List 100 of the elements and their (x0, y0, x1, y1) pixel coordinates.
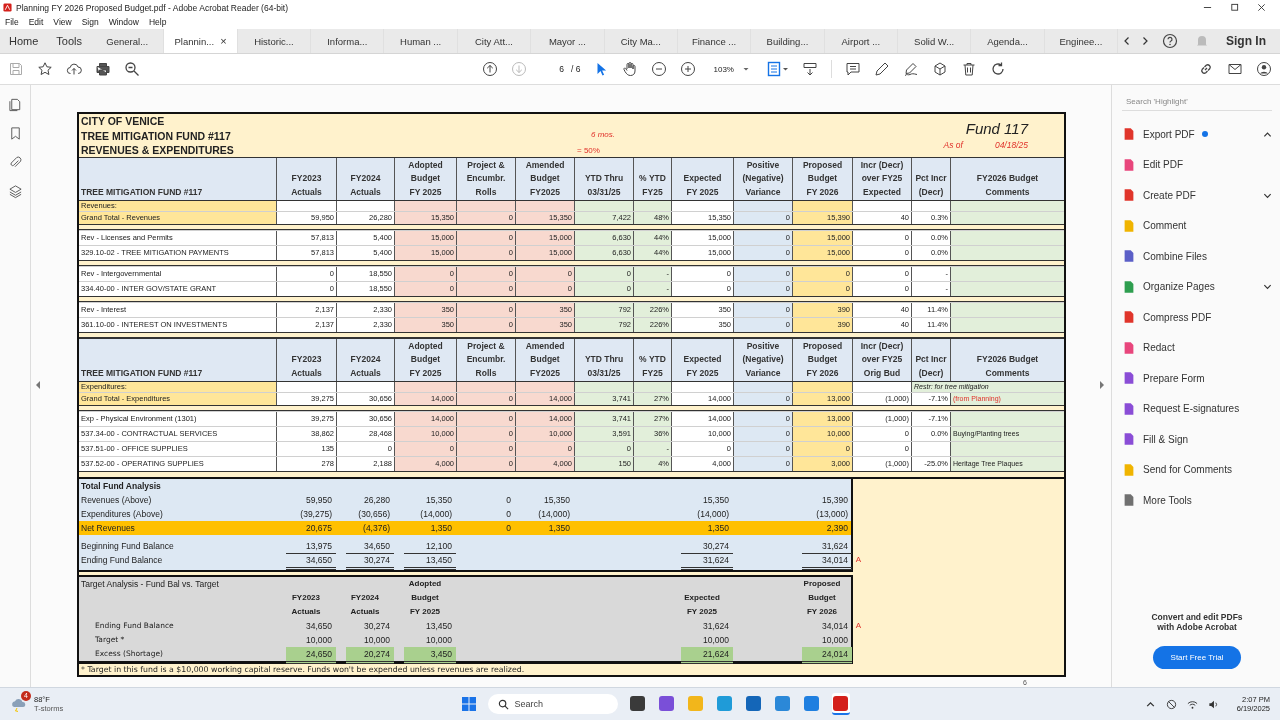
table-cell-text: 10,000 (821, 634, 849, 647)
nav-tab[interactable]: Tools (47, 35, 92, 47)
fit-page-icon[interactable] (766, 61, 789, 77)
page-number-field[interactable]: 6 (540, 64, 567, 74)
document-tab[interactable]: Building... (751, 29, 825, 53)
menu-item[interactable]: Sign (81, 17, 99, 27)
star-icon[interactable] (37, 61, 53, 77)
tool-item[interactable]: Prepare Form (1122, 363, 1272, 394)
document-tab[interactable]: City Att... (457, 29, 532, 53)
zoom-dropdown[interactable]: 103% (709, 62, 754, 76)
chevron-down-icon[interactable] (1263, 282, 1272, 292)
link-icon[interactable] (1198, 61, 1214, 77)
collapse-left-icon[interactable] (35, 380, 41, 390)
help-icon[interactable] (1162, 33, 1178, 49)
rotate-icon[interactable] (989, 61, 1006, 77)
table-cell: 13,450 (404, 553, 456, 570)
column-header: FY2023 Actuals (291, 592, 321, 618)
tool-item[interactable]: More Tools (1122, 485, 1272, 516)
network-icon[interactable] (1165, 698, 1177, 710)
table-cell-text: (13,000) (815, 508, 849, 521)
start-icon[interactable] (460, 696, 477, 712)
tool-item[interactable]: Export PDF (1122, 119, 1272, 150)
document-tab[interactable]: Finance ... (677, 29, 752, 53)
column-header: Positive (Negative) Variance (733, 339, 792, 381)
search-field[interactable]: Search 'Highlight' (1122, 95, 1272, 111)
sign-in-button[interactable]: Sign In (1218, 34, 1280, 48)
attachment-icon[interactable] (7, 155, 23, 170)
tool-item[interactable]: Send for Comments (1122, 454, 1272, 485)
table-cell-text: 26,280 (363, 494, 391, 507)
column-header: FY2026 Budget Comments (950, 158, 1064, 200)
nav-tab[interactable]: Home (0, 35, 48, 47)
menu-item[interactable]: File (5, 17, 19, 27)
menu-item[interactable]: Edit (28, 17, 44, 27)
document-tab[interactable]: Mayor ... (531, 29, 605, 53)
column-header: Incr (Decr) over FY25 Expected (852, 158, 911, 200)
chevron-right-icon[interactable] (1140, 36, 1150, 46)
tool-item[interactable]: Edit PDF (1122, 149, 1272, 180)
as-of-date: 04/18/25 (994, 140, 1028, 150)
column-header: Expected FY 2025 (671, 158, 733, 200)
menu-item[interactable]: Help (148, 17, 167, 27)
wifi-icon[interactable] (1186, 698, 1198, 710)
chevron-left-icon[interactable] (1122, 36, 1132, 46)
document-icon (1122, 462, 1136, 477)
tool-item[interactable]: Comment (1122, 210, 1272, 241)
document-tab[interactable]: Informa... (311, 29, 385, 53)
taskbar-search[interactable]: Search (487, 694, 618, 714)
tool-item[interactable]: Request E-signatures (1122, 393, 1272, 424)
table-cell: 31,624 (681, 553, 733, 570)
document-tab[interactable]: Agenda... (971, 29, 1045, 53)
sheet-title: REVENUES & EXPENDITURES (81, 144, 235, 156)
document-tab[interactable]: City Ma... (604, 29, 678, 53)
document-tab[interactable]: Historic... (237, 29, 312, 53)
stamp-icon[interactable] (931, 61, 948, 77)
zoom-icon[interactable] (124, 61, 140, 77)
document-tab[interactable]: Enginee... (1044, 29, 1119, 53)
menu-item[interactable]: Window (108, 17, 139, 27)
collapse-right-icon[interactable] (1099, 380, 1105, 390)
tool-item[interactable]: Compress PDF (1122, 302, 1272, 333)
table-cell-text: 0 (505, 508, 512, 521)
document-tab[interactable]: Plannin... × (164, 29, 238, 53)
hand-icon[interactable] (622, 61, 639, 77)
app-icon[interactable] (831, 693, 850, 715)
speaker-icon[interactable] (1207, 698, 1219, 710)
document-tab[interactable]: Airport ... (824, 29, 898, 53)
pages-icon[interactable] (7, 97, 23, 112)
pen-icon[interactable] (873, 61, 890, 77)
table-cell-text: 34,650 (305, 620, 333, 633)
previous-page-icon[interactable] (482, 61, 499, 77)
sheet-title: CITY OF VENICE (81, 115, 166, 127)
comment-icon[interactable] (844, 61, 861, 77)
maximize-icon[interactable] (1230, 3, 1239, 12)
mail-icon[interactable] (1227, 61, 1243, 77)
table-cell-text: 34,014 (821, 620, 849, 633)
page-count: / 6 (571, 64, 581, 74)
table-cell: 24,014 (802, 647, 852, 664)
tool-item[interactable]: Create PDF (1122, 180, 1272, 211)
row-label: Net Revenues (80, 522, 136, 535)
signature-icon[interactable] (902, 61, 919, 77)
zoom-in-icon[interactable] (680, 61, 697, 77)
caret-icon[interactable] (741, 65, 750, 73)
menu-item[interactable]: View (53, 17, 72, 27)
tool-item[interactable]: Fill & Sign (1122, 424, 1272, 455)
tool-item[interactable]: Redact (1122, 332, 1272, 363)
chevron-up-icon[interactable] (1263, 129, 1272, 139)
close-icon[interactable] (1257, 3, 1266, 12)
tool-item[interactable]: Combine Files (1122, 241, 1272, 272)
zoom-out-icon[interactable] (651, 61, 668, 77)
scroll-mode-icon[interactable] (801, 61, 818, 77)
column-header: TREE MITIGATION FUND #117 (80, 185, 204, 199)
layers-icon[interactable] (7, 184, 23, 199)
account-icon[interactable] (1256, 61, 1272, 77)
document-tab[interactable]: Human ... (384, 29, 458, 53)
column-header: YTD Thru 03/31/25 (574, 158, 633, 200)
free-trial-button[interactable]: Start Free Trial (1152, 646, 1242, 669)
tool-item[interactable]: Organize Pages (1122, 271, 1272, 302)
table-cell: 34,650 (286, 553, 336, 570)
document-tab[interactable]: Solid W... (898, 29, 972, 53)
upload-icon[interactable] (66, 61, 82, 77)
panel-title: Total Fund Analysis (80, 480, 162, 493)
print-icon[interactable] (95, 61, 111, 77)
